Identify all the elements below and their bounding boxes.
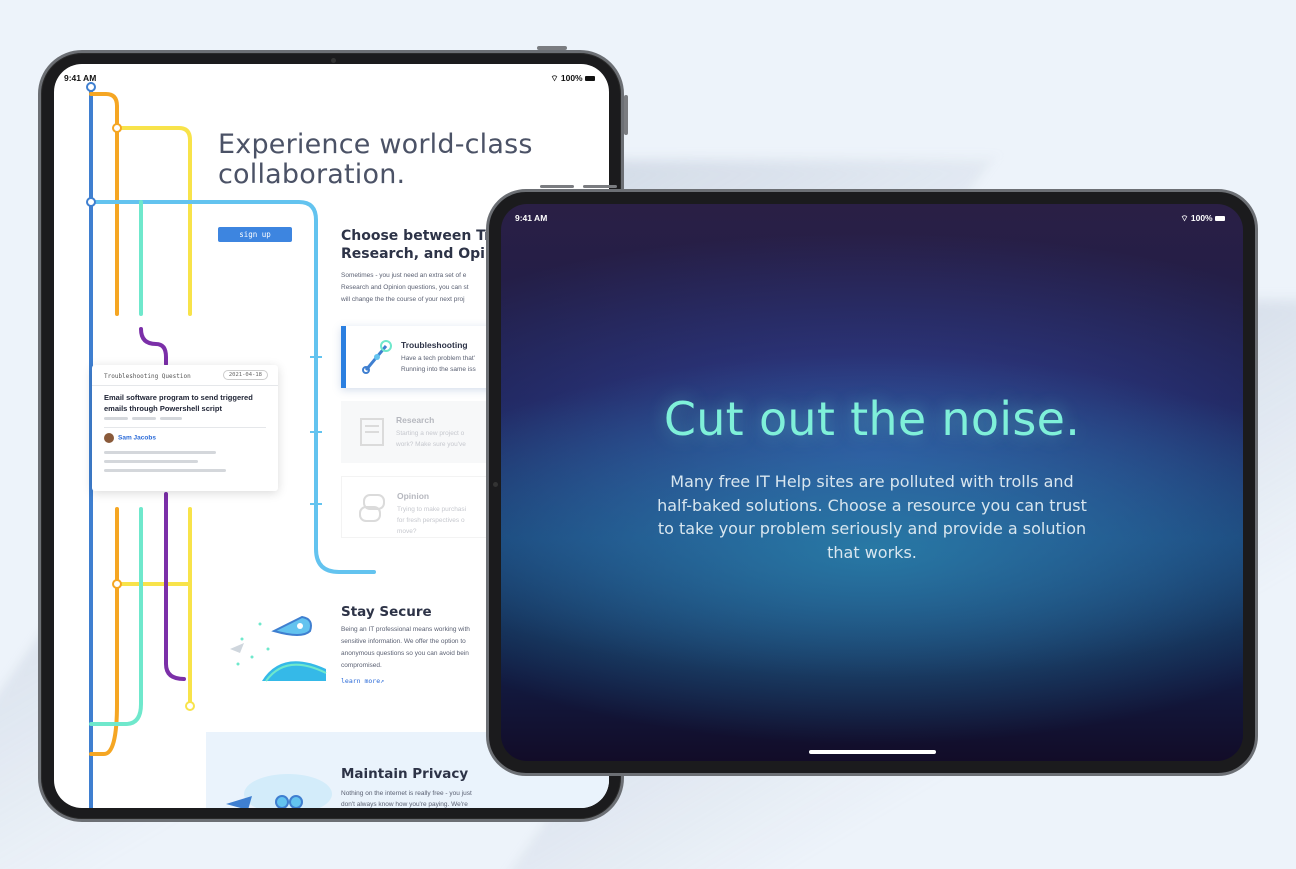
document-icon: [360, 418, 384, 446]
stay-secure-heading: Stay Secure: [341, 604, 432, 620]
learn-more-link[interactable]: learn more↗: [341, 677, 384, 685]
hero-description: Many free IT Help sites are polluted wit…: [657, 472, 1087, 562]
question-date: 2021-04-18: [222, 370, 268, 380]
placeholder-bar: [104, 417, 128, 420]
right-screen: 9:41 AM ⌔ 100% Cut out the noise. Many f…: [501, 204, 1243, 761]
divider: [92, 385, 278, 386]
station-dot: [86, 82, 96, 92]
status-time: 9:41 AM: [515, 213, 548, 223]
chat-bubble-icon: [359, 494, 385, 522]
stay-secure-description: Being an IT professional means working w…: [341, 626, 470, 669]
privacy-illustration: [226, 774, 332, 808]
author[interactable]: Sam Jacobs: [104, 433, 156, 443]
card-title: Research: [396, 415, 435, 425]
hero-headline: Cut out the noise.: [663, 392, 1081, 446]
maintain-privacy-heading: Maintain Privacy: [341, 766, 469, 782]
right-tablet: 9:41 AM ⌔ 100% Cut out the noise. Many f…: [486, 189, 1258, 776]
status-battery: ⌔ 100%: [1181, 213, 1225, 224]
hero-title: Experience world-class collaboration.: [218, 129, 533, 190]
question-title: Email software program to send triggered…: [104, 393, 253, 413]
placeholder-bar: [104, 451, 216, 454]
rocket-illustration: [230, 615, 327, 682]
side-button: [624, 95, 628, 135]
side-button: [540, 185, 574, 188]
placeholder-bar: [160, 417, 182, 420]
front-camera: [493, 482, 498, 487]
status-bar: 9:41 AM ⌔ 100%: [515, 213, 1225, 227]
placeholder-bar: [104, 469, 226, 472]
front-camera: [331, 58, 336, 63]
maintain-privacy-description: Nothing on the internet is really free -…: [341, 790, 472, 808]
card-title: Opinion: [397, 491, 430, 501]
placeholder-bar: [104, 460, 198, 463]
sign-up-button[interactable]: sign up: [218, 227, 292, 242]
wifi-icon: ⌔: [1180, 213, 1191, 223]
route-icon: [362, 340, 392, 374]
placeholder-bar: [132, 417, 156, 420]
side-button: [583, 185, 617, 188]
question-card[interactable]: Troubleshooting Question 2021-04-18 Emai…: [92, 365, 278, 491]
divider: [104, 427, 266, 428]
card-title: Troubleshooting: [401, 340, 468, 350]
battery-icon: [1215, 216, 1225, 222]
avatar: [104, 433, 114, 443]
home-indicator[interactable]: [809, 750, 936, 754]
question-type: Troubleshooting Question: [104, 373, 191, 380]
